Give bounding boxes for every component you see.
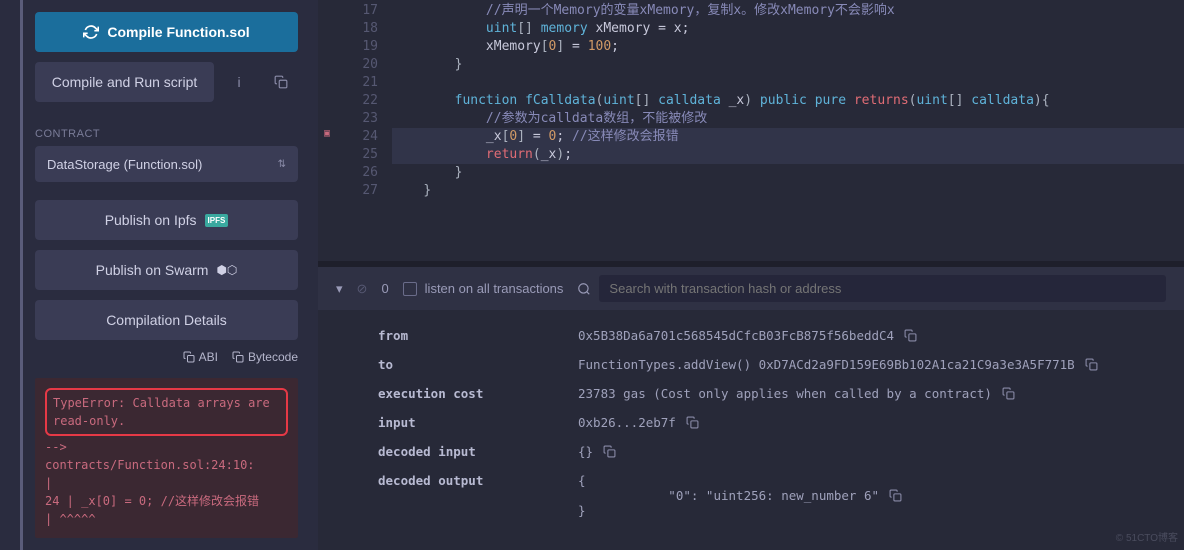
compile-button-label: Compile Function.sol — [107, 24, 249, 40]
error-location: contracts/Function.sol:24:10: — [45, 456, 288, 474]
pending-count: 0 — [381, 281, 388, 296]
tx-row: toFunctionTypes.addView() 0xD7ACd2a9FD15… — [378, 357, 1156, 372]
refresh-icon — [83, 24, 99, 40]
copy-script-icon[interactable] — [264, 65, 298, 99]
ipfs-icon: IPFS — [205, 214, 229, 227]
tx-value: 0xb26...2eb7f — [578, 415, 1156, 430]
code-line: uint[] memory xMemory = x; — [392, 20, 1184, 38]
tx-key: decoded output — [378, 473, 578, 488]
tx-value: { "0": "uint256: new_number 6" } — [578, 473, 1156, 518]
error-snippet: 24 | _x[0] = 0; //这样修改会报错 — [45, 492, 288, 510]
copy-icon[interactable] — [686, 416, 699, 429]
error-pipe: | — [45, 474, 288, 492]
code-line: //声明一个Memory的变量xMemory，复制x。修改xMemory不会影响… — [392, 2, 1184, 20]
search-icon[interactable] — [577, 282, 591, 296]
code-content: //声明一个Memory的变量xMemory，复制x。修改xMemory不会影响… — [392, 0, 1184, 261]
tx-row: decoded output{ "0": "uint256: new_numbe… — [378, 473, 1156, 518]
no-entry-icon[interactable]: ⊘ — [357, 281, 368, 297]
contract-select[interactable]: DataStorage (Function.sol) ⇅ — [35, 146, 298, 182]
code-line: return(_x); — [392, 146, 1184, 164]
copy-icon[interactable] — [904, 329, 917, 342]
compile-run-label: Compile and Run script — [52, 74, 198, 90]
error-gutter-icon[interactable]: ▣ — [324, 128, 330, 139]
compile-button[interactable]: Compile Function.sol — [35, 12, 298, 52]
code-line: } — [392, 182, 1184, 200]
compile-run-button[interactable]: Compile and Run script — [35, 62, 214, 102]
compilation-details-label: Compilation Details — [106, 312, 227, 328]
tx-row: input0xb26...2eb7f — [378, 415, 1156, 430]
tx-value: FunctionTypes.addView() 0xD7ACd2a9FD159E… — [578, 357, 1156, 372]
code-line: xMemory[0] = 100; — [392, 38, 1184, 56]
compilation-details-button[interactable]: Compilation Details — [35, 300, 298, 340]
copy-icon[interactable] — [1002, 387, 1015, 400]
code-line — [392, 74, 1184, 92]
contract-heading: CONTRACT — [35, 128, 298, 140]
line-numbers: 1718192021222324252627 — [342, 0, 392, 261]
terminal-bar: ▾ ⊘ 0 listen on all transactions — [318, 267, 1184, 310]
code-editor[interactable]: ▣ 1718192021222324252627 //声明一个Memory的变量… — [318, 0, 1184, 261]
publish-swarm-button[interactable]: Publish on Swarm ⬢⬡ — [35, 250, 298, 290]
tx-key: execution cost — [378, 386, 578, 401]
editor-gutter: ▣ — [318, 0, 342, 261]
tx-value: 0x5B38Da6a701c568545dCfcB03FcB875f56bedd… — [578, 328, 1156, 343]
publish-ipfs-label: Publish on Ipfs — [105, 212, 197, 228]
transaction-details: from0x5B38Da6a701c568545dCfcB03FcB875f56… — [318, 310, 1184, 550]
main-area: ▣ 1718192021222324252627 //声明一个Memory的变量… — [318, 0, 1184, 550]
swarm-icon: ⬢⬡ — [216, 263, 237, 277]
bytecode-copy[interactable]: Bytecode — [232, 350, 298, 364]
chevron-updown-icon: ⇅ — [278, 159, 286, 170]
sidebar: Compile Function.sol Compile and Run scr… — [0, 0, 318, 550]
tx-key: from — [378, 328, 578, 343]
publish-ipfs-button[interactable]: Publish on Ipfs IPFS — [35, 200, 298, 240]
tx-search-input[interactable] — [599, 275, 1166, 302]
error-arrow: --> — [45, 438, 288, 456]
chevron-down-icon[interactable]: ▾ — [336, 281, 343, 297]
tx-key: decoded input — [378, 444, 578, 459]
bytecode-label: Bytecode — [248, 350, 298, 364]
tx-row: execution cost23783 gas (Cost only appli… — [378, 386, 1156, 401]
code-line: _x[0] = 0; //这样修改会报错 — [392, 128, 1184, 146]
tx-row: decoded input{} — [378, 444, 1156, 459]
abi-copy[interactable]: ABI — [183, 350, 218, 364]
tx-value: 23783 gas (Cost only applies when called… — [578, 386, 1156, 401]
code-line: } — [392, 164, 1184, 182]
info-icon[interactable]: i — [222, 65, 256, 99]
code-line: } — [392, 56, 1184, 74]
error-title: TypeError: Calldata arrays are read-only… — [45, 388, 288, 436]
tx-key: to — [378, 357, 578, 372]
compile-error: TypeError: Calldata arrays are read-only… — [35, 378, 298, 538]
tx-value: {} — [578, 444, 1156, 459]
publish-swarm-label: Publish on Swarm — [96, 262, 209, 278]
code-line: //参数为calldata数组，不能被修改 — [392, 110, 1184, 128]
contract-select-value: DataStorage (Function.sol) — [47, 157, 202, 172]
listen-label: listen on all transactions — [425, 281, 564, 296]
copy-icon[interactable] — [603, 445, 616, 458]
tx-key: input — [378, 415, 578, 430]
tx-row: from0x5B38Da6a701c568545dCfcB03FcB875f56… — [378, 328, 1156, 343]
watermark: © 51CTO博客 — [1116, 529, 1178, 544]
error-carets: | ^^^^^ — [45, 510, 288, 528]
abi-label: ABI — [199, 350, 218, 364]
copy-icon[interactable] — [889, 489, 902, 502]
listen-checkbox[interactable] — [403, 282, 417, 296]
code-line: function fCalldata(uint[] calldata _x) p… — [392, 92, 1184, 110]
copy-icon[interactable] — [1085, 358, 1098, 371]
